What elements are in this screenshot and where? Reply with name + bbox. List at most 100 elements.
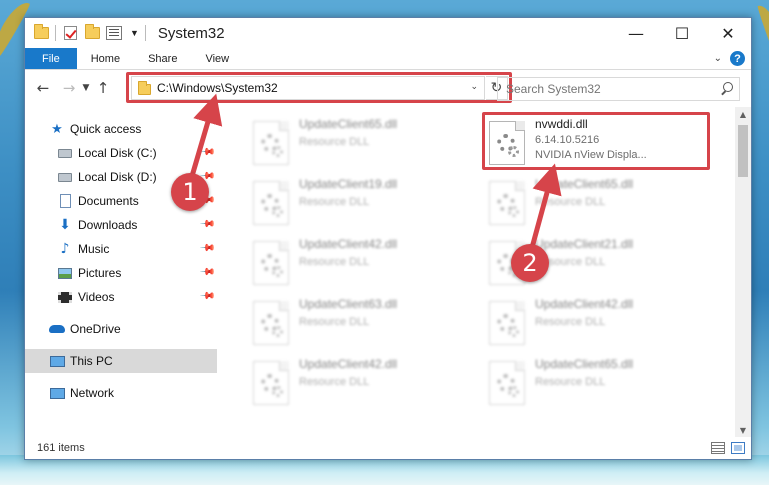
- tab-home[interactable]: Home: [77, 48, 134, 69]
- file-item-nvwddi[interactable]: nvwddi.dll 6.14.10.5216 NVIDIA nView Dis…: [489, 113, 709, 169]
- properties-icon[interactable]: [106, 25, 122, 41]
- pin-icon: 📌: [198, 144, 216, 161]
- item-count: 161 items: [37, 442, 85, 454]
- file-name: UpdateClient42.dll: [299, 357, 398, 371]
- tab-file[interactable]: File: [25, 48, 77, 69]
- sidebar-item-label: OneDrive: [70, 322, 121, 336]
- forward-arrow-icon[interactable]: →: [59, 78, 79, 98]
- window-title: System32: [157, 24, 225, 42]
- search-box[interactable]: [497, 77, 740, 101]
- details-view-icon[interactable]: [711, 442, 725, 454]
- sidebar-item-label: Local Disk (D:): [78, 170, 157, 184]
- file-item[interactable]: UpdateClient65.dll Resource DLL: [489, 173, 709, 229]
- maximize-button[interactable]: ☐: [659, 18, 705, 48]
- onedrive-icon: [49, 321, 65, 337]
- dll-file-icon: [253, 301, 289, 345]
- file-type: Resource DLL: [535, 256, 606, 268]
- videos-icon: [57, 289, 73, 305]
- new-folder-icon[interactable]: [84, 24, 100, 41]
- scroll-up-arrow-icon[interactable]: ▲: [735, 107, 751, 121]
- sidebar-item-videos[interactable]: Videos 📌: [25, 285, 217, 309]
- sidebar-item-label: Videos: [78, 290, 115, 304]
- sidebar-item-music[interactable]: ♪ Music 📌: [25, 237, 217, 261]
- up-arrow-icon[interactable]: ↑: [93, 78, 113, 98]
- expand-ribbon-chevron-icon[interactable]: ⌄: [714, 53, 722, 64]
- pin-icon: 📌: [198, 216, 216, 233]
- file-name: nvwddi.dll: [535, 117, 588, 131]
- help-icon[interactable]: ?: [730, 51, 745, 66]
- file-name: UpdateClient65.dll: [535, 177, 634, 191]
- file-item[interactable]: UpdateClient42.dll Resource DLL: [253, 353, 473, 409]
- folder-icon: [33, 24, 49, 41]
- sidebar-item-downloads[interactable]: ⬇ Downloads 📌: [25, 213, 217, 237]
- sidebar-item-label: This PC: [70, 354, 113, 368]
- music-icon: ♪: [60, 241, 70, 257]
- sidebar-item-label: Network: [70, 386, 115, 400]
- file-list: UpdateClient65.dll Resource DLL UpdateCli…: [239, 107, 735, 437]
- close-button[interactable]: ✕: [705, 18, 751, 48]
- sidebar-item-label: Quick access: [70, 122, 142, 136]
- sidebar-item-local-disk-c[interactable]: Local Disk (C:) 📌: [25, 141, 217, 165]
- properties-check-icon[interactable]: [62, 25, 78, 41]
- search-input[interactable]: [506, 82, 706, 96]
- dll-file-icon: [253, 121, 289, 165]
- tab-view[interactable]: View: [191, 48, 243, 69]
- file-description: NVIDIA nView Displa...: [535, 149, 647, 161]
- file-item[interactable]: UpdateClient65.dll Resource DLL: [489, 353, 709, 409]
- tiles-view-icon[interactable]: [731, 442, 745, 454]
- sidebar-item-onedrive[interactable]: OneDrive: [25, 317, 217, 341]
- address-bar[interactable]: C:\Windows\System32 ⌄: [131, 76, 485, 100]
- dll-file-icon: [253, 361, 289, 405]
- back-arrow-icon[interactable]: ←: [33, 78, 53, 98]
- divider: [55, 25, 56, 41]
- pin-icon: 📌: [198, 264, 216, 281]
- file-item[interactable]: UpdateClient42.dll Resource DLL: [253, 233, 473, 289]
- file-type: Resource DLL: [299, 136, 370, 148]
- address-path: C:\Windows\System32: [157, 81, 278, 95]
- pin-icon: 📌: [198, 288, 216, 305]
- file-version: 6.14.10.5216: [535, 134, 600, 146]
- sidebar-item-label: Music: [78, 242, 110, 256]
- desktop-wallpaper-leaf: [756, 1, 769, 73]
- file-type: Resource DLL: [299, 376, 370, 388]
- file-name: UpdateClient65.dll: [535, 357, 634, 371]
- file-name: UpdateClient65.dll: [299, 117, 398, 131]
- recent-locations-chevron-icon[interactable]: ▼: [79, 78, 93, 98]
- sidebar-item-network[interactable]: Network: [25, 381, 217, 405]
- file-item[interactable]: UpdateClient63.dll Resource DLL: [253, 293, 473, 349]
- customize-toolbar-dropdown-icon[interactable]: ▼: [130, 28, 139, 38]
- file-name: UpdateClient63.dll: [299, 297, 398, 311]
- vertical-scrollbar[interactable]: ▲ ▼: [735, 107, 751, 437]
- file-explorer-window: ▼ System32 — ☐ ✕ File Home Share View ⌄ …: [24, 17, 752, 460]
- pictures-icon: [57, 265, 73, 281]
- minimize-button[interactable]: —: [613, 18, 659, 48]
- file-item[interactable]: UpdateClient42.dll Resource DLL: [489, 293, 709, 349]
- file-item[interactable]: UpdateClient19.dll Resource DLL: [253, 173, 473, 229]
- file-type: Resource DLL: [535, 196, 606, 208]
- sidebar-item-label: Pictures: [78, 266, 122, 280]
- file-item[interactable]: UpdateClient65.dll Resource DLL: [253, 113, 473, 169]
- search-icon[interactable]: [721, 82, 733, 94]
- file-name: UpdateClient21.dll: [535, 237, 634, 251]
- sidebar-item-pictures[interactable]: Pictures 📌: [25, 261, 217, 285]
- network-icon: [49, 385, 65, 401]
- scroll-down-arrow-icon[interactable]: ▼: [735, 423, 751, 437]
- sidebar-item-this-pc[interactable]: This PC: [25, 349, 217, 373]
- file-name: UpdateClient19.dll: [299, 177, 398, 191]
- tab-share[interactable]: Share: [134, 48, 191, 69]
- ribbon-tabs: File Home Share View ⌄ ?: [25, 48, 751, 70]
- sidebar-item-quick-access[interactable]: ★ Quick access: [25, 117, 217, 141]
- title-bar: ▼ System32 — ☐ ✕: [25, 18, 751, 48]
- file-type: Resource DLL: [535, 376, 606, 388]
- file-name: UpdateClient42.dll: [299, 237, 398, 251]
- ribbon-right-controls: ⌄ ?: [714, 51, 745, 66]
- view-switcher: [711, 442, 745, 454]
- scrollbar-thumb[interactable]: [738, 125, 748, 177]
- dll-file-icon: [253, 241, 289, 285]
- address-dropdown-chevron-icon[interactable]: ⌄: [470, 81, 478, 92]
- sidebar-item-label: Documents: [78, 194, 139, 208]
- file-type: Resource DLL: [299, 256, 370, 268]
- star-icon: ★: [51, 121, 63, 137]
- dll-file-icon: [489, 121, 525, 165]
- dll-file-icon: [489, 301, 525, 345]
